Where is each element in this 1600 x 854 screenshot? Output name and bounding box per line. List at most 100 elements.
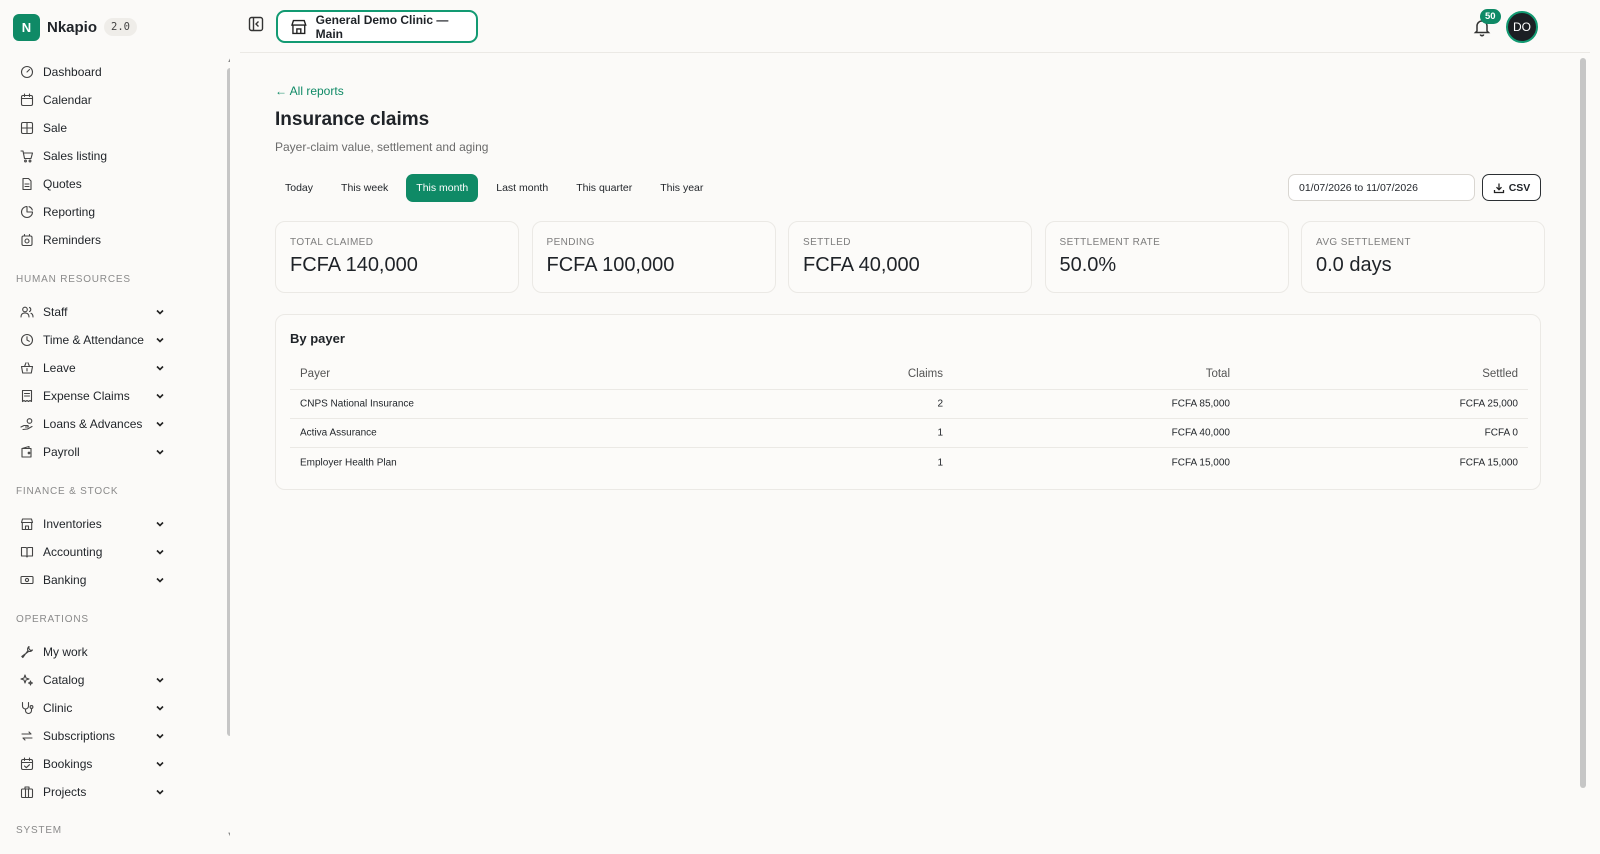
sidebar-item-projects[interactable]: Projects: [20, 782, 165, 802]
table-row[interactable]: Employer Health Plan 1 FCFA 15,000 FCFA 15,…: [290, 448, 1528, 477]
tab-this-quarter[interactable]: This quarter: [566, 174, 642, 202]
sidebar-item-loans-advances[interactable]: Loans & Advances: [20, 414, 165, 434]
column-header-payer[interactable]: Payer: [300, 368, 330, 380]
sidebar: N Nkapio 2.0 Dashboard Calendar Sale Sales …: [0, 0, 230, 854]
book-icon: [20, 546, 34, 558]
sidebar-item-bookings[interactable]: Bookings: [20, 754, 165, 774]
calendar-check-icon: [20, 757, 34, 771]
tab-today[interactable]: Today: [275, 174, 323, 202]
cell-payer: CNPS National Insurance: [300, 398, 414, 410]
sidebar-item-subscriptions[interactable]: Subscriptions: [20, 726, 165, 746]
brand[interactable]: N Nkapio 2.0: [13, 13, 137, 41]
sidebar-collapse-icon[interactable]: [248, 16, 264, 32]
wrench-icon: [21, 645, 34, 659]
sidebar-item-leave[interactable]: Leave: [20, 358, 165, 378]
cart-icon: [20, 150, 34, 163]
chevron-down-icon[interactable]: [155, 391, 165, 401]
column-header-claims[interactable]: Claims: [908, 368, 943, 380]
sidebar-scrollbar-thumb[interactable]: [227, 68, 230, 736]
chevron-down-icon[interactable]: [155, 787, 165, 797]
chevron-down-icon[interactable]: [155, 703, 165, 713]
cell-settled: FCFA 15,000: [1459, 457, 1518, 468]
by-payer-title: By payer: [290, 331, 345, 346]
by-payer-table: Payer Claims Total Settled CNPS National Ins…: [290, 358, 1528, 477]
tab-last-month[interactable]: Last month: [486, 174, 558, 202]
sidebar-item-label: Leave: [43, 361, 76, 375]
sidebar-item-staff[interactable]: Staff: [20, 302, 165, 322]
chevron-down-icon[interactable]: [155, 447, 165, 457]
scroll-up-arrow-icon[interactable]: ▲: [227, 58, 230, 64]
sidebar-item-time-attendance[interactable]: Time & Attendance: [20, 330, 165, 350]
sidebar-item-dashboard[interactable]: Dashboard: [20, 62, 165, 82]
grid-icon: [20, 121, 34, 135]
chevron-down-icon[interactable]: [155, 547, 165, 557]
receipt-icon: [21, 389, 33, 403]
tab-this-month[interactable]: This month: [406, 174, 479, 202]
sidebar-section-title: OPERATIONS: [16, 614, 89, 625]
sidebar-item-inventories[interactable]: Inventories: [20, 514, 165, 534]
banknote-icon: [20, 575, 34, 585]
sidebar-section-title: SYSTEM: [16, 825, 62, 836]
chevron-down-icon[interactable]: [155, 419, 165, 429]
chevron-down-icon[interactable]: [155, 759, 165, 769]
sidebar-item-label: Dashboard: [43, 65, 102, 79]
sidebar-item-sale[interactable]: Sale: [20, 118, 165, 138]
sidebar-item-calendar[interactable]: Calendar: [20, 90, 165, 110]
date-range-input[interactable]: 01/07/2026 to 11/07/2026: [1288, 174, 1475, 201]
csv-export-button[interactable]: CSV: [1482, 174, 1541, 201]
all-reports-link[interactable]: ← All reports: [275, 84, 344, 98]
sidebar-item-label: Subscriptions: [43, 729, 116, 743]
column-header-settled[interactable]: Settled: [1482, 368, 1518, 380]
sidebar-item-label: Time & Attendance: [43, 333, 144, 347]
document-icon: [22, 177, 32, 191]
csv-label: CSV: [1508, 181, 1531, 194]
main-scrollbar-thumb[interactable]: [1580, 58, 1586, 788]
cell-claims: 1: [937, 457, 943, 468]
tab-this-year[interactable]: This year: [650, 174, 713, 202]
chevron-down-icon[interactable]: [155, 363, 165, 373]
chevron-down-icon[interactable]: [155, 519, 165, 529]
sidebar-item-label: Calendar: [43, 93, 92, 107]
sidebar-item-banking[interactable]: Banking: [20, 570, 165, 590]
stat-card-settled: SETTLED FCFA 40,000: [788, 221, 1032, 293]
sidebar-item-sales-listing[interactable]: Sales listing: [20, 146, 165, 166]
table-row[interactable]: CNPS National Insurance 2 FCFA 85,000 FCFA …: [290, 390, 1528, 419]
brand-name: Nkapio: [47, 18, 98, 36]
sidebar-item-label: Sales listing: [43, 149, 108, 163]
sidebar-item-my-work[interactable]: My work: [20, 642, 165, 662]
sidebar-item-accounting[interactable]: Accounting: [20, 542, 165, 562]
stat-value: FCFA 100,000: [546, 254, 675, 276]
sidebar-item-catalog[interactable]: Catalog: [20, 670, 165, 690]
page-title: Insurance claims: [275, 109, 430, 130]
stat-label: TOTAL CLAIMED: [290, 237, 374, 248]
pie-chart-icon: [20, 205, 34, 219]
chevron-down-icon[interactable]: [155, 575, 165, 585]
sidebar-item-reminders[interactable]: Reminders: [20, 230, 165, 250]
user-avatar[interactable]: DO: [1506, 11, 1538, 43]
table-row[interactable]: Activa Assurance 1 FCFA 40,000 FCFA 0: [290, 419, 1528, 448]
sidebar-item-reporting[interactable]: Reporting: [20, 202, 165, 222]
stat-card-pending: PENDING FCFA 100,000: [531, 221, 776, 293]
stat-label: AVG SETTLEMENT: [1316, 237, 1411, 248]
stat-value: 0.0 days: [1316, 254, 1392, 276]
stat-card-settlement-rate: SETTLEMENT RATE 50.0%: [1044, 221, 1289, 293]
tab-this-week[interactable]: This week: [331, 174, 398, 202]
chevron-down-icon[interactable]: [155, 307, 165, 317]
sidebar-item-expense-claims[interactable]: Expense Claims: [20, 386, 165, 406]
chevron-down-icon[interactable]: [155, 731, 165, 741]
sidebar-item-quotes[interactable]: Quotes: [20, 174, 165, 194]
clinic-selector-button[interactable]: General Demo Clinic — Main: [276, 10, 478, 43]
stat-card-avg-settlement: AVG SETTLEMENT 0.0 days: [1301, 221, 1545, 293]
chevron-down-icon[interactable]: [155, 335, 165, 345]
hand-coins-icon: [20, 418, 33, 431]
users-icon: [20, 306, 34, 318]
sidebar-item-payroll[interactable]: Payroll: [20, 442, 165, 462]
stat-value: 50.0%: [1059, 254, 1117, 276]
chevron-down-icon[interactable]: [155, 675, 165, 685]
notification-badge: 50: [1480, 9, 1501, 24]
sidebar-scrollbar[interactable]: ▲ ▼: [226, 58, 230, 838]
column-header-total[interactable]: Total: [1206, 368, 1230, 380]
sidebar-item-clinic[interactable]: Clinic: [20, 698, 165, 718]
scroll-down-arrow-icon[interactable]: ▼: [227, 832, 230, 838]
main-scrollbar[interactable]: [1579, 58, 1587, 788]
